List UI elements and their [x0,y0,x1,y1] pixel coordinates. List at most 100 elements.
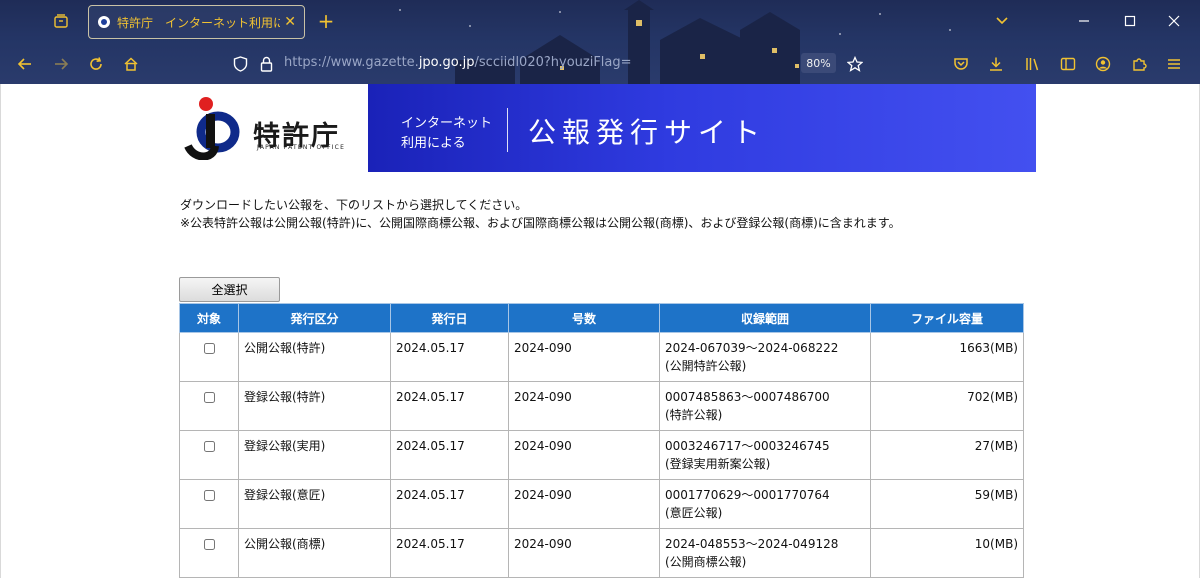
header-category: 発行区分 [238,303,391,333]
url-prefix: https://www.gazette. [284,55,419,70]
tab-close-icon[interactable]: ✕ [284,14,296,30]
tab-title: 特許庁 インターネット利用による公報発行サイト [117,15,281,30]
row-checkbox[interactable] [203,343,215,354]
site-banner: 特許庁 JAPAN PATENT OFFICE インターネット 利用による 公報… [180,84,1036,172]
row-checkbox[interactable] [203,392,215,403]
url-path: /scciidl020?hyouziFlag= [474,55,632,70]
cell-size: 27(MB) [870,430,1024,480]
banner-subtitle-line2: 利用による [401,136,466,151]
instruction-note: ※公表特許公報は公開公報(特許)に、公開国際商標公報、および国際商標公報は公開公… [180,216,901,230]
reload-icon[interactable] [85,53,107,75]
banner-divider [507,108,508,152]
cell-category: 登録公報(実用) [238,430,391,480]
select-all-button[interactable]: 全選択 [179,277,280,302]
cell-range: 0003246717～0003246745 (登録実用新案公報) [659,430,871,480]
cell-size: 1663(MB) [870,332,1024,382]
cell-category: 公開公報(商標) [238,528,391,578]
menu-hamburger-icon[interactable] [1163,53,1185,75]
cell-category: 登録公報(意匠) [238,479,391,529]
home-icon[interactable] [120,53,142,75]
sidebar-icon[interactable] [1057,53,1079,75]
banner-subtitle-line1: インターネット [401,116,493,131]
tab-active[interactable]: 特許庁 インターネット利用による公報発行サイト ✕ [88,5,305,39]
navigation-toolbar: https://www.gazette.jpo.go.jp/scciidl020… [0,44,1200,84]
jpo-logo[interactable]: 特許庁 JAPAN PATENT OFFICE [180,84,368,172]
table-row: 公開公報(商標) 2024.05.17 2024-090 2024-048553… [179,528,1024,578]
jpo-emblem-icon [184,97,240,160]
url-text[interactable]: https://www.gazette.jpo.go.jp/scciidl020… [284,55,632,70]
bookmark-star-icon[interactable] [844,53,866,75]
downloads-icon[interactable] [985,53,1007,75]
browser-chrome: 特許庁 インターネット利用による公報発行サイト ✕ + [0,0,1200,84]
range-value: 0003246717～0003246745 [665,439,830,453]
cell-size: 10(MB) [870,528,1024,578]
range-note: (公開特許公報) [665,359,747,373]
row-checkbox-cell [179,479,239,529]
agency-name-en: JAPAN PATENT OFFICE [257,144,346,151]
row-checkbox-cell [179,332,239,382]
header-file-size: ファイル容量 [870,303,1024,333]
cell-range: 2024-048553～2024-049128 (公開商標公報) [659,528,871,578]
range-value: 2024-067039～2024-068222 [665,341,839,355]
cell-issue: 2024-090 [508,430,660,480]
row-checkbox[interactable] [203,490,215,501]
row-checkbox[interactable] [203,441,215,452]
cell-issue: 2024-090 [508,528,660,578]
row-checkbox[interactable] [203,539,215,550]
row-checkbox-cell [179,381,239,431]
header-issue-number: 号数 [508,303,660,333]
banner-title-area: インターネット 利用による 公報発行サイト [368,84,1036,172]
range-value: 2024-048553～2024-049128 [665,537,839,551]
minimize-icon[interactable] [1073,10,1095,32]
account-icon[interactable] [1092,53,1114,75]
header-issue-date: 発行日 [390,303,509,333]
cell-category: 公開公報(特許) [238,332,391,382]
cell-category: 登録公報(特許) [238,381,391,431]
header-target: 対象 [179,303,239,333]
table-row: 登録公報(意匠) 2024.05.17 2024-090 0001770629～… [179,479,1024,529]
pocket-icon[interactable] [950,53,972,75]
url-domain: jpo.go.jp [418,55,475,70]
close-window-icon[interactable] [1163,10,1185,32]
cell-date: 2024.05.17 [390,332,509,382]
cell-issue: 2024-090 [508,381,660,431]
firefox-view-icon[interactable] [50,10,72,32]
table-row: 公開公報(特許) 2024.05.17 2024-090 2024-067039… [179,332,1024,382]
library-icon[interactable] [1021,53,1043,75]
address-bar[interactable]: https://www.gazette.jpo.go.jp/scciidl020… [226,49,871,79]
table-header-row: 対象 発行区分 発行日 号数 収録範囲 ファイル容量 [179,303,1024,333]
range-value: 0001770629～0001770764 [665,488,830,502]
tab-favicon-icon [98,16,110,28]
cell-range: 0001770629～0001770764 (意匠公報) [659,479,871,529]
header-range: 収録範囲 [659,303,871,333]
lock-icon[interactable] [256,54,276,74]
cell-size: 59(MB) [870,479,1024,529]
table-row: 登録公報(実用) 2024.05.17 2024-090 0003246717～… [179,430,1024,480]
site-title: 公報発行サイト [528,116,767,149]
zoom-level-badge[interactable]: 80% [801,53,836,73]
cell-date: 2024.05.17 [390,479,509,529]
cell-range: 0007485863～0007486700 (特許公報) [659,381,871,431]
gazette-list-table: 対象 発行区分 発行日 号数 収録範囲 ファイル容量 公開公報(特許) 2024… [179,303,1024,578]
table-row: 登録公報(特許) 2024.05.17 2024-090 0007485863～… [179,381,1024,431]
cell-date: 2024.05.17 [390,381,509,431]
instruction-text: ダウンロードしたい公報を、下のリストから選択してください。 [180,198,528,212]
list-all-tabs-icon[interactable] [991,10,1013,32]
cell-range: 2024-067039～2024-068222 (公開特許公報) [659,332,871,382]
range-note: (公開商標公報) [665,555,747,569]
range-note: (特許公報) [665,408,723,422]
tab-bar: 特許庁 インターネット利用による公報発行サイト ✕ + [0,0,1200,42]
row-checkbox-cell [179,430,239,480]
page-content: 特許庁 JAPAN PATENT OFFICE インターネット 利用による 公報… [0,84,1200,578]
extensions-icon[interactable] [1128,53,1150,75]
range-value: 0007485863～0007486700 [665,390,830,404]
maximize-icon[interactable] [1119,10,1141,32]
cell-issue: 2024-090 [508,332,660,382]
new-tab-icon[interactable]: + [315,9,337,33]
back-arrow-icon[interactable] [14,53,36,75]
cell-date: 2024.05.17 [390,528,509,578]
forward-arrow-icon[interactable] [50,53,72,75]
tracking-protection-shield-icon[interactable] [230,54,250,74]
cell-size: 702(MB) [870,381,1024,431]
range-note: (意匠公報) [665,506,723,520]
